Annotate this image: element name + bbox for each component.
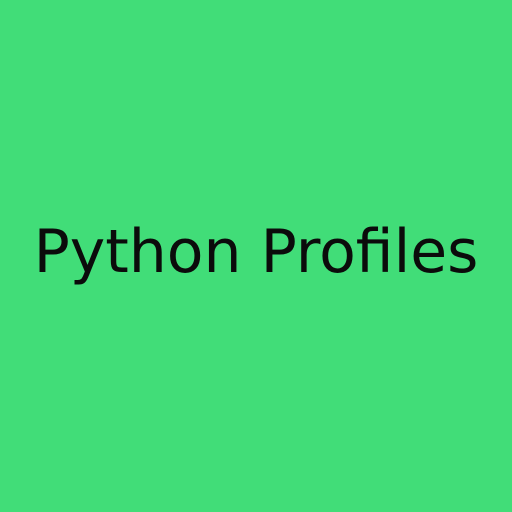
logo-canvas: Python Profiles [0,0,512,512]
logo-title: Python Profiles [33,217,479,287]
